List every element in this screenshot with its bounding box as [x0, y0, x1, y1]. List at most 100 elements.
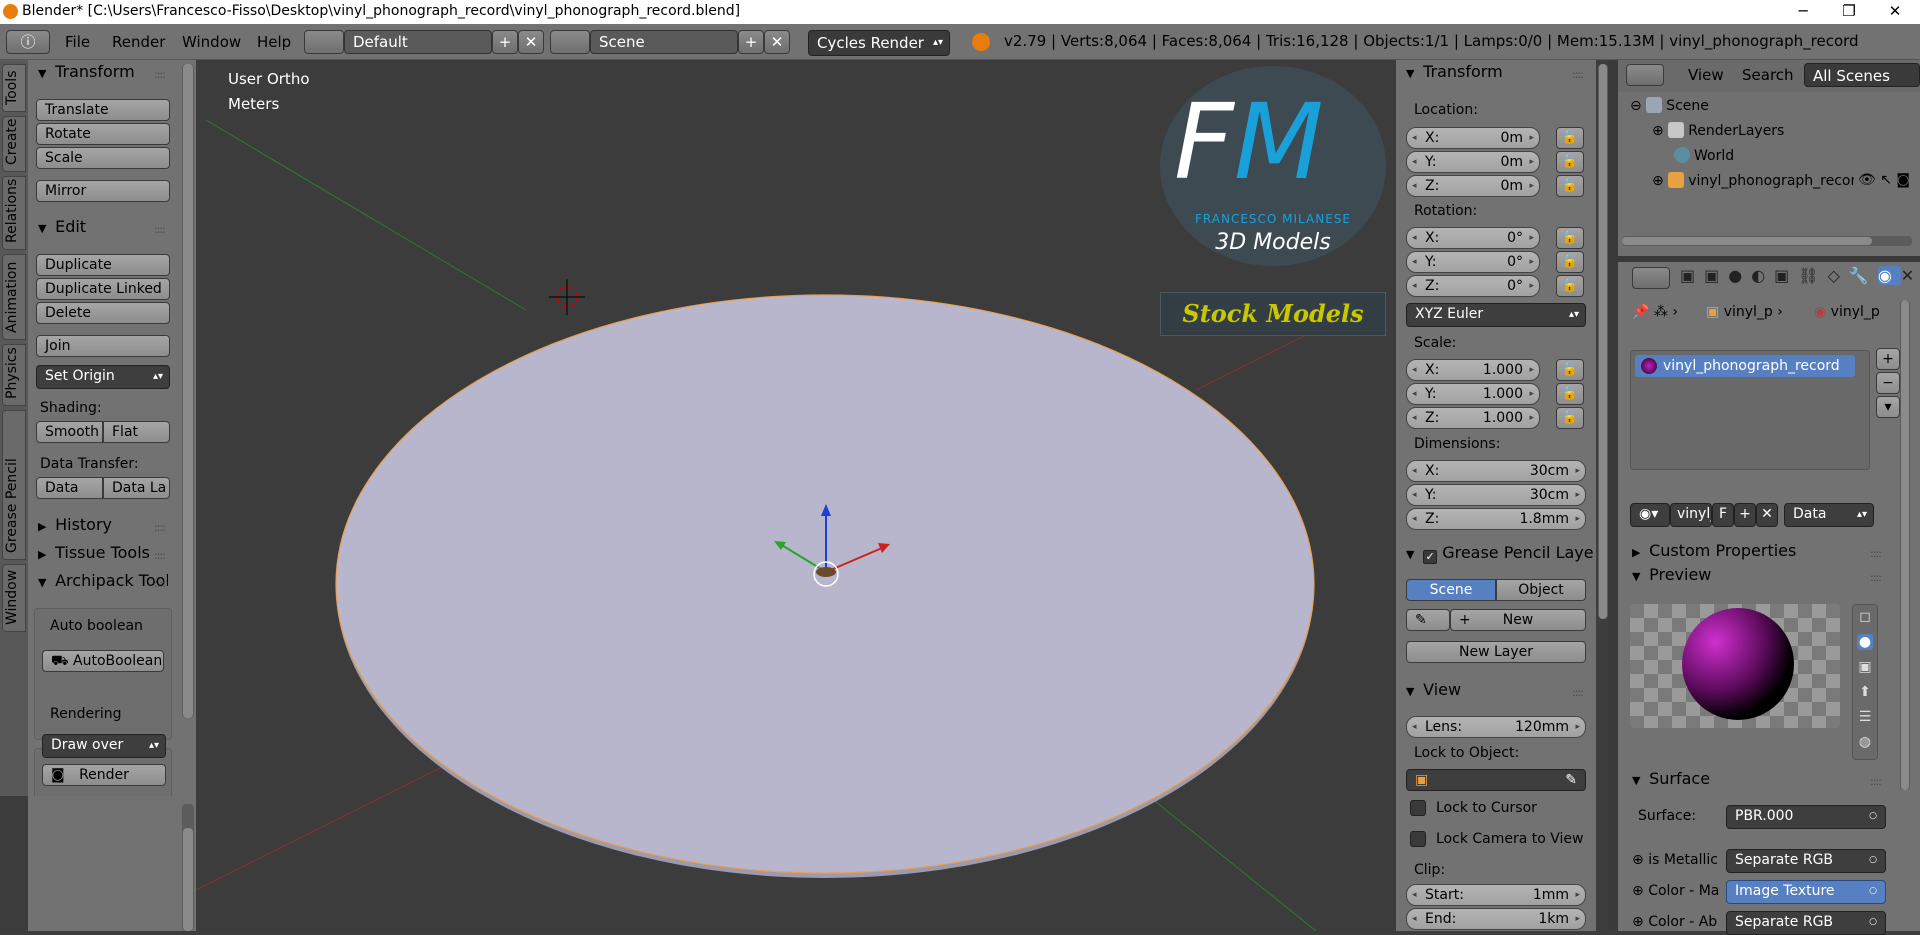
- socket-row-color-ab[interactable]: ⊕ Color - Ab: [1632, 914, 1717, 930]
- vinyl-disc[interactable]: [335, 294, 1315, 874]
- gp-scene-button[interactable]: Scene: [1406, 579, 1496, 601]
- socket-input-color-ab[interactable]: Separate RGB ○: [1726, 911, 1886, 935]
- drag-handle-icon[interactable]: ::::: [1870, 775, 1882, 788]
- tool-shelf-scrollbar-lower[interactable]: [182, 804, 194, 931]
- material-slot-item[interactable]: vinyl_phonograph_record: [1635, 355, 1855, 377]
- gp-new-button[interactable]: + New: [1450, 609, 1586, 631]
- location-z-field[interactable]: ◂ Z: 0m ▸: [1406, 175, 1540, 197]
- lock-icon[interactable]: 🔓: [1556, 407, 1584, 429]
- menu-file[interactable]: File: [65, 33, 90, 51]
- smooth-button[interactable]: Smooth: [36, 421, 103, 443]
- surface-header[interactable]: ▼ Surface: [1632, 769, 1710, 788]
- scene-name-field[interactable]: Scene: [590, 30, 738, 54]
- rotation-y-field[interactable]: ◂ Y: 0° ▸: [1406, 251, 1540, 273]
- properties-context-tabs[interactable]: ▣▣●◐▣⛓◇🔧◉✕: [1680, 266, 1920, 290]
- edit-panel-header[interactable]: ▼ Edit: [38, 217, 86, 236]
- data-transfer-button[interactable]: Data: [36, 477, 103, 499]
- dimensions-x-field[interactable]: ◂ X: 30cm ▸: [1406, 460, 1586, 482]
- expand-icon[interactable]: ⊕: [1652, 123, 1664, 139]
- drag-handle-icon[interactable]: ::::: [154, 577, 166, 590]
- tab-window[interactable]: Window: [2, 564, 26, 632]
- rotation-mode-select[interactable]: XYZ Euler ▴▾: [1406, 303, 1586, 327]
- history-panel-header[interactable]: ▶ History: [38, 515, 112, 534]
- tab-tools[interactable]: Tools: [2, 64, 26, 112]
- material-browse-icon[interactable]: ◉▾: [1630, 503, 1670, 527]
- lock-icon[interactable]: 🔓: [1556, 275, 1584, 297]
- tab-relations[interactable]: Relations: [2, 176, 26, 250]
- flat-button[interactable]: Flat: [103, 421, 170, 443]
- checkbox-checked-icon[interactable]: ✓: [1423, 550, 1438, 564]
- socket-row-metallic[interactable]: ⊕ is Metallic: [1632, 852, 1718, 868]
- set-origin-select[interactable]: Set Origin ▴▾: [36, 365, 170, 389]
- rotation-z-field[interactable]: ◂ Z: 0° ▸: [1406, 275, 1540, 297]
- lock-object-field[interactable]: ▣ ✎: [1406, 769, 1586, 791]
- expand-icon[interactable]: ⊕: [1652, 173, 1664, 189]
- breadcrumb-object[interactable]: ▣ vinyl_p ›: [1706, 304, 1783, 320]
- scrollbar-thumb[interactable]: [183, 64, 193, 718]
- lock-icon[interactable]: 🔓: [1556, 227, 1584, 249]
- drag-handle-icon[interactable]: ::::: [154, 549, 166, 562]
- lock-icon[interactable]: 🔓: [1556, 127, 1584, 149]
- fake-user-button[interactable]: F: [1712, 503, 1734, 527]
- scene-icon[interactable]: [550, 30, 590, 54]
- collapse-icon[interactable]: ⊖: [1630, 98, 1642, 114]
- preview-header[interactable]: ▼ Preview: [1632, 565, 1711, 584]
- preview-shape-buttons[interactable]: ◻ ● ▣ ⬆ ☰ ◍: [1852, 604, 1878, 760]
- duplicate-button[interactable]: Duplicate: [36, 254, 170, 276]
- breadcrumb-material[interactable]: ◉ vinyl_p: [1814, 304, 1880, 320]
- expand-icon[interactable]: ⊕: [1632, 852, 1644, 868]
- lock-icon[interactable]: 🔓: [1556, 383, 1584, 405]
- gp-brush-icon[interactable]: ✎: [1406, 609, 1450, 631]
- translate-button[interactable]: Translate: [36, 99, 170, 121]
- 3d-viewport[interactable]: User Ortho Meters FM FRANCESCO MILANESE …: [196, 60, 1396, 931]
- socket-row-color-ma[interactable]: ⊕ Color - Ma: [1632, 883, 1719, 899]
- draw-over-select[interactable]: Draw over ▴▾: [42, 734, 166, 758]
- outliner-search-menu[interactable]: Search: [1742, 66, 1794, 84]
- eyedropper-icon[interactable]: ✎: [1565, 770, 1577, 790]
- lock-icon[interactable]: 🔓: [1556, 175, 1584, 197]
- properties-type-icon[interactable]: [1632, 267, 1670, 289]
- archipack-panel-header[interactable]: ▼ Archipack Tools: [38, 571, 168, 590]
- lock-icon[interactable]: 🔓: [1556, 359, 1584, 381]
- clip-start-field[interactable]: ◂ Start: 1mm ▸: [1406, 884, 1586, 906]
- gp-object-button[interactable]: Object: [1496, 579, 1586, 601]
- scale-z-field[interactable]: ◂ Z: 1.000 ▸: [1406, 407, 1540, 429]
- render-engine-select[interactable]: Cycles Render ▴▾: [808, 30, 950, 56]
- remove-layout-icon[interactable]: ✕: [518, 30, 544, 54]
- minimize-button[interactable]: ─: [1780, 0, 1826, 24]
- tab-physics[interactable]: Physics: [2, 344, 26, 406]
- menu-window[interactable]: Window: [182, 33, 241, 51]
- link-mode-select[interactable]: Data ▴▾: [1784, 503, 1874, 527]
- properties-region-scrollbar[interactable]: [1598, 64, 1608, 619]
- outliner-view-menu[interactable]: View: [1688, 66, 1724, 84]
- material-name-field[interactable]: vinyl_: [1670, 503, 1712, 527]
- socket-input-metallic[interactable]: Separate RGB ○: [1726, 849, 1886, 873]
- drag-handle-icon[interactable]: ::::: [154, 521, 166, 534]
- scale-button[interactable]: Scale: [36, 147, 170, 169]
- drag-handle-icon[interactable]: ::::: [1870, 547, 1882, 560]
- data-layers-button[interactable]: Data La: [103, 477, 170, 499]
- outliner-item-renderlayers[interactable]: ⊕ RenderLayers: [1652, 122, 1784, 139]
- dimensions-z-field[interactable]: ◂ Z: 1.8mm ▸: [1406, 508, 1586, 530]
- outliner-h-scrollbar[interactable]: [1622, 236, 1912, 246]
- duplicate-linked-button[interactable]: Duplicate Linked: [36, 278, 170, 300]
- scrollbar-thumb[interactable]: [1599, 64, 1607, 619]
- tab-grease-pencil[interactable]: Grease Pencil: [2, 410, 26, 560]
- maximize-button[interactable]: ❐: [1826, 0, 1872, 24]
- visibility-eye-icon[interactable]: 👁 ↖ ◙: [1854, 172, 1910, 188]
- drag-handle-icon[interactable]: ::::: [1572, 68, 1584, 81]
- menu-help[interactable]: Help: [257, 33, 291, 51]
- dimensions-y-field[interactable]: ◂ Y: 30cm ▸: [1406, 484, 1586, 506]
- scrollbar-thumb[interactable]: [183, 828, 193, 931]
- tab-animation[interactable]: Animation: [2, 254, 26, 340]
- drag-handle-icon[interactable]: ::::: [154, 68, 166, 81]
- add-scene-icon[interactable]: +: [738, 30, 764, 54]
- drag-handle-icon[interactable]: ::::: [1572, 686, 1584, 699]
- lock-to-cursor-checkbox[interactable]: [1410, 800, 1426, 816]
- delete-button[interactable]: Delete: [36, 302, 170, 324]
- location-x-field[interactable]: ◂ X: 0m ▸: [1406, 127, 1540, 149]
- lock-icon[interactable]: 🔓: [1556, 251, 1584, 273]
- lens-field[interactable]: ◂ Lens: 120mm ▸: [1406, 716, 1586, 738]
- close-button[interactable]: ✕: [1872, 0, 1918, 24]
- expand-icon[interactable]: ⊕: [1632, 883, 1644, 899]
